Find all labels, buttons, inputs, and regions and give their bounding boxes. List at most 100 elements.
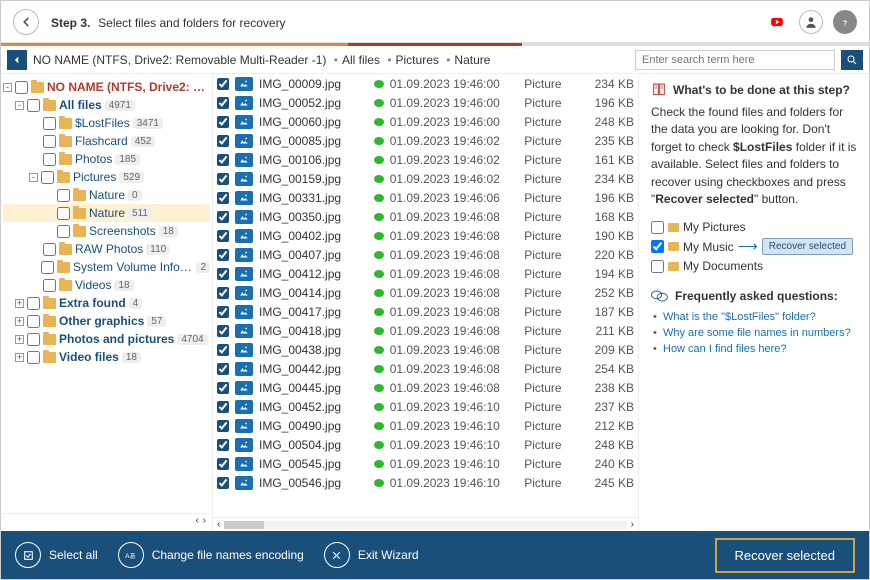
file-type: Picture (524, 419, 578, 433)
file-row[interactable]: IMG_00009.jpg01.09.2023 19:46:00Picture2… (213, 74, 638, 93)
file-row[interactable]: IMG_00052.jpg01.09.2023 19:46:00Picture1… (213, 93, 638, 112)
tree-item[interactable]: RAW Photos110 (3, 240, 210, 258)
tree-checkbox[interactable] (43, 279, 56, 292)
file-row[interactable]: IMG_00417.jpg01.09.2023 19:46:08Picture1… (213, 302, 638, 321)
file-checkbox[interactable] (217, 78, 229, 90)
file-row[interactable]: IMG_00407.jpg01.09.2023 19:46:08Picture2… (213, 245, 638, 264)
file-checkbox[interactable] (217, 249, 229, 261)
tree-item[interactable]: $LostFiles3471 (3, 114, 210, 132)
tree-item[interactable]: +Video files18 (3, 348, 210, 366)
file-checkbox[interactable] (217, 268, 229, 280)
tree-checkbox[interactable] (43, 135, 56, 148)
file-checkbox[interactable] (217, 477, 229, 489)
tree-item[interactable]: Screenshots18 (3, 222, 210, 240)
file-checkbox[interactable] (217, 211, 229, 223)
tree-item[interactable]: Photos185 (3, 150, 210, 168)
image-icon (235, 286, 253, 300)
file-row[interactable]: IMG_00402.jpg01.09.2023 19:46:08Picture1… (213, 226, 638, 245)
file-checkbox[interactable] (217, 97, 229, 109)
tree-item[interactable]: -Pictures529 (3, 168, 210, 186)
file-checkbox[interactable] (217, 154, 229, 166)
tree-checkbox[interactable] (57, 225, 70, 238)
tree-checkbox[interactable] (27, 315, 40, 328)
breadcrumb-back-button[interactable] (7, 50, 27, 70)
tree-checkbox[interactable] (27, 297, 40, 310)
tree-checkbox[interactable] (41, 261, 54, 274)
tree-checkbox[interactable] (41, 171, 54, 184)
tree-item[interactable]: Videos18 (3, 276, 210, 294)
file-checkbox[interactable] (217, 344, 229, 356)
file-type: Picture (524, 153, 578, 167)
file-row[interactable]: IMG_00545.jpg01.09.2023 19:46:10Picture2… (213, 454, 638, 473)
tree-item[interactable]: Flashcard452 (3, 132, 210, 150)
file-checkbox[interactable] (217, 439, 229, 451)
file-checkbox[interactable] (217, 116, 229, 128)
tree-item[interactable]: +Photos and pictures4704 (3, 330, 210, 348)
tree-hscroll[interactable]: ‹› (3, 513, 210, 527)
file-checkbox[interactable] (217, 382, 229, 394)
tree-item[interactable]: System Volume Information2 (3, 258, 210, 276)
file-type: Picture (524, 77, 578, 91)
file-row[interactable]: IMG_00442.jpg01.09.2023 19:46:08Picture2… (213, 359, 638, 378)
file-row[interactable]: IMG_00350.jpg01.09.2023 19:46:08Picture1… (213, 207, 638, 226)
exit-wizard-button[interactable]: Exit Wizard (324, 542, 419, 568)
search-button[interactable] (841, 50, 863, 70)
help-icon[interactable]: ? (833, 10, 857, 34)
file-checkbox[interactable] (217, 325, 229, 337)
file-row[interactable]: IMG_00445.jpg01.09.2023 19:46:08Picture2… (213, 378, 638, 397)
tree-item[interactable]: Nature0 (3, 186, 210, 204)
file-checkbox[interactable] (217, 363, 229, 375)
file-row[interactable]: IMG_00438.jpg01.09.2023 19:46:08Picture2… (213, 340, 638, 359)
recover-selected-button[interactable]: Recover selected (715, 538, 855, 573)
file-row[interactable]: IMG_00546.jpg01.09.2023 19:46:10Picture2… (213, 473, 638, 492)
file-row[interactable]: IMG_00085.jpg01.09.2023 19:46:02Picture2… (213, 131, 638, 150)
tree-item[interactable]: Nature511 (3, 204, 210, 222)
file-row[interactable]: IMG_00490.jpg01.09.2023 19:46:10Picture2… (213, 416, 638, 435)
image-icon (235, 305, 253, 319)
file-checkbox[interactable] (217, 458, 229, 470)
tree-allfiles[interactable]: - All files4971 (3, 96, 210, 114)
faq-link[interactable]: Why are some file names in numbers? (651, 325, 857, 341)
filelist-hscroll[interactable]: ‹› (213, 517, 638, 531)
faq-link[interactable]: What is the "$LostFiles" folder? (651, 309, 857, 325)
tree-item[interactable]: +Extra found4 (3, 294, 210, 312)
file-checkbox[interactable] (217, 230, 229, 242)
select-all-button[interactable]: Select all (15, 542, 98, 568)
tree-checkbox[interactable] (43, 153, 56, 166)
file-checkbox[interactable] (217, 192, 229, 204)
tree-checkbox[interactable] (27, 333, 40, 346)
encoding-button[interactable]: Aあ Change file names encoding (118, 542, 304, 568)
faq-link[interactable]: How can I find files here? (651, 341, 857, 357)
file-row[interactable]: IMG_00452.jpg01.09.2023 19:46:10Picture2… (213, 397, 638, 416)
file-row[interactable]: IMG_00414.jpg01.09.2023 19:46:08Picture2… (213, 283, 638, 302)
file-row[interactable]: IMG_00331.jpg01.09.2023 19:46:06Picture1… (213, 188, 638, 207)
tree-checkbox[interactable] (15, 81, 28, 94)
file-checkbox[interactable] (217, 401, 229, 413)
file-checkbox[interactable] (217, 306, 229, 318)
tree-checkbox[interactable] (43, 243, 56, 256)
youtube-icon[interactable] (765, 10, 789, 34)
tree-checkbox[interactable] (43, 117, 56, 130)
file-checkbox[interactable] (217, 420, 229, 432)
tree-checkbox[interactable] (57, 207, 70, 220)
file-row[interactable]: IMG_00504.jpg01.09.2023 19:46:10Picture2… (213, 435, 638, 454)
file-row[interactable]: IMG_00060.jpg01.09.2023 19:46:00Picture2… (213, 112, 638, 131)
file-row[interactable]: IMG_00159.jpg01.09.2023 19:46:02Picture2… (213, 169, 638, 188)
search-input[interactable] (635, 50, 835, 70)
tree-root[interactable]: - NO NAME (NTFS, Drive2: Remov (3, 78, 210, 96)
file-type: Picture (524, 324, 578, 338)
file-row[interactable]: IMG_00418.jpg01.09.2023 19:46:08Picture2… (213, 321, 638, 340)
file-checkbox[interactable] (217, 287, 229, 299)
tree-item[interactable]: +Other graphics57 (3, 312, 210, 330)
tree-checkbox[interactable] (27, 99, 40, 112)
file-checkbox[interactable] (217, 173, 229, 185)
back-button[interactable] (13, 9, 39, 35)
file-checkbox[interactable] (217, 135, 229, 147)
user-icon[interactable] (799, 10, 823, 34)
tree-checkbox[interactable] (27, 351, 40, 364)
file-row[interactable]: IMG_00412.jpg01.09.2023 19:46:08Picture1… (213, 264, 638, 283)
file-type: Picture (524, 343, 578, 357)
tree-checkbox[interactable] (57, 189, 70, 202)
breadcrumb-path[interactable]: NO NAME (NTFS, Drive2: Removable Multi-R… (33, 53, 629, 67)
file-row[interactable]: IMG_00106.jpg01.09.2023 19:46:02Picture1… (213, 150, 638, 169)
